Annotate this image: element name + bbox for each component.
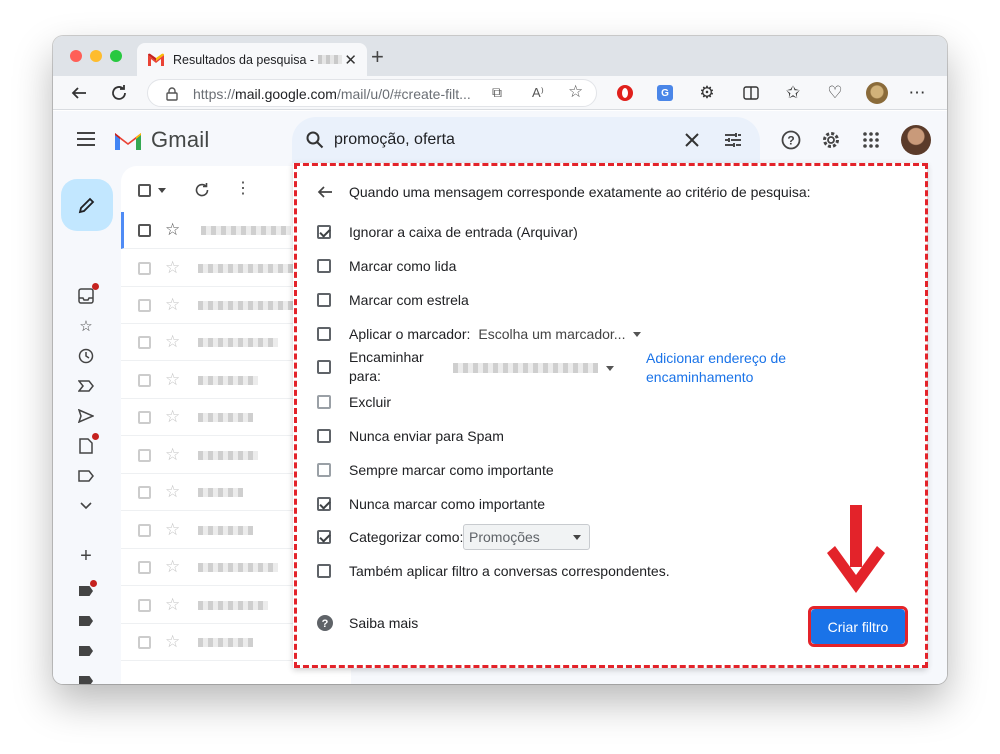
option-always-important[interactable]: Sempre marcar como importante (317, 460, 554, 480)
redacted-email (453, 363, 598, 373)
search-input[interactable]: promoção, oferta (334, 131, 455, 149)
help-circle-icon: ? (317, 615, 333, 631)
more-chevron-down-icon[interactable] (75, 495, 97, 517)
forward-address-select[interactable] (453, 363, 614, 373)
skip-inbox-checkbox[interactable] (317, 225, 331, 239)
clear-search-close-icon[interactable] (684, 132, 700, 148)
option-never-important[interactable]: Nunca marcar como importante (317, 494, 545, 514)
inbox-icon[interactable] (75, 283, 99, 307)
categorize-checkbox[interactable] (317, 530, 331, 544)
star-checkbox[interactable] (317, 293, 331, 307)
split-screen-icon[interactable] (739, 81, 763, 105)
menu-icon[interactable] (75, 129, 99, 149)
search-bar[interactable]: promoção, oferta (292, 117, 760, 163)
refresh-icon[interactable] (194, 182, 210, 198)
tab-strip: Resultados da pesquisa - ✕ + (53, 36, 947, 76)
gmail-favicon-icon (147, 53, 165, 66)
compose-button[interactable] (61, 179, 113, 231)
close-window-button[interactable] (70, 50, 82, 62)
url-text: https://mail.google.com/mail/u/0/#create… (193, 86, 471, 102)
label-select[interactable]: Escolha um marcador... (478, 326, 642, 342)
new-tab-button[interactable]: + (371, 44, 384, 70)
learn-more-link[interactable]: Saiba mais (349, 615, 418, 631)
never-important-checkbox[interactable] (317, 497, 331, 511)
account-avatar[interactable] (901, 125, 931, 155)
option-delete[interactable]: Excluir (317, 392, 391, 412)
maximize-window-button[interactable] (110, 50, 122, 62)
back-icon[interactable] (67, 81, 91, 105)
label-icon[interactable] (75, 640, 97, 662)
always-important-checkbox[interactable] (317, 463, 331, 477)
profile-avatar[interactable] (865, 81, 889, 105)
back-arrow-icon[interactable] (317, 185, 333, 199)
link-icon[interactable]: ⧉ (492, 84, 502, 101)
more-menu-icon[interactable]: ⋯ (905, 81, 929, 105)
option-star[interactable]: Marcar com estrela (317, 290, 469, 310)
label-icon[interactable] (75, 580, 97, 602)
more-options-vertical-icon[interactable]: ⋮ (235, 181, 251, 197)
gmail-brand: Gmail (151, 127, 210, 152)
delete-checkbox[interactable] (317, 395, 331, 409)
label-icon[interactable] (75, 610, 97, 632)
read-aloud-icon[interactable]: A⁾ (532, 85, 544, 101)
select-all-checkbox[interactable] (138, 184, 151, 197)
favorites-icon[interactable]: ✩ (781, 81, 805, 105)
extensions-puzzle-icon[interactable]: ⚙ (695, 81, 719, 105)
reload-icon[interactable] (107, 81, 131, 105)
snoozed-clock-icon[interactable] (75, 345, 97, 367)
select-dropdown-caret-icon[interactable] (158, 188, 166, 193)
starred-icon[interactable]: ☆ (75, 315, 97, 337)
option-skip-inbox[interactable]: Ignorar a caixa de entrada (Arquivar) (317, 222, 578, 242)
add-forwarding-address-link[interactable]: Adicionar endereço de encaminhamento (646, 349, 816, 387)
translate-extension-icon[interactable]: G (653, 81, 677, 105)
browser-toolbar: https://mail.google.com/mail/u/0/#create… (53, 76, 947, 110)
option-categorize[interactable]: Categorizar como: (317, 527, 463, 547)
red-arrow-down-icon (827, 505, 885, 593)
forward-checkbox[interactable] (317, 360, 331, 374)
gmail-logo-icon (115, 133, 141, 150)
option-apply-label[interactable]: Aplicar o marcador: Escolha um marcador.… (317, 324, 642, 344)
categories-label-icon[interactable] (75, 465, 97, 487)
lock-icon (166, 87, 178, 101)
important-icon[interactable] (75, 375, 97, 397)
favorite-star-icon[interactable]: ☆ (568, 82, 583, 102)
address-bar[interactable]: https://mail.google.com/mail/u/0/#create… (147, 79, 597, 107)
tab-gmail[interactable]: Resultados da pesquisa - ✕ (137, 43, 367, 76)
opera-extension-icon[interactable] (613, 81, 637, 105)
svg-text:?: ? (787, 134, 794, 148)
settings-icon[interactable] (819, 128, 843, 152)
tab-title: Resultados da pesquisa - (173, 52, 315, 67)
apply-label-checkbox[interactable] (317, 327, 331, 341)
apps-icon[interactable] (859, 128, 883, 152)
minimize-window-button[interactable] (90, 50, 102, 62)
redacted-text (318, 55, 343, 64)
help-icon[interactable]: ? (779, 128, 803, 152)
search-icon[interactable] (306, 131, 324, 149)
mark-read-checkbox[interactable] (317, 259, 331, 273)
create-filter-button[interactable]: Criar filtro (811, 609, 905, 644)
pencil-icon (78, 197, 95, 214)
option-mark-read[interactable]: Marcar como lida (317, 256, 456, 276)
filter-header: Quando uma mensagem corresponde exatamen… (349, 184, 811, 200)
gmail-app: Gmail promoção, oferta ? ☆ + ⋮ ☆ ☆ ☆ ☆ ☆… (53, 111, 947, 684)
category-select[interactable]: Promoções (463, 524, 590, 550)
browser-health-icon[interactable]: ♡ (823, 81, 847, 105)
gmail-logo[interactable]: Gmail (113, 127, 209, 153)
option-never-spam[interactable]: Nunca enviar para Spam (317, 426, 504, 446)
apply-existing-checkbox[interactable] (317, 564, 331, 578)
sent-icon[interactable] (75, 405, 97, 427)
drafts-icon[interactable] (75, 433, 99, 457)
label-icon[interactable] (75, 670, 97, 684)
option-apply-existing[interactable]: Também aplicar filtro a conversas corres… (317, 561, 670, 581)
tab-close-icon[interactable]: ✕ (344, 51, 357, 69)
option-forward[interactable]: Encaminhar para: (317, 348, 424, 386)
create-label-plus-icon[interactable]: + (75, 545, 97, 567)
browser-window: Resultados da pesquisa - ✕ + https://mai… (53, 36, 947, 684)
tune-icon[interactable] (724, 131, 742, 149)
never-spam-checkbox[interactable] (317, 429, 331, 443)
svg-text:?: ? (322, 618, 329, 630)
